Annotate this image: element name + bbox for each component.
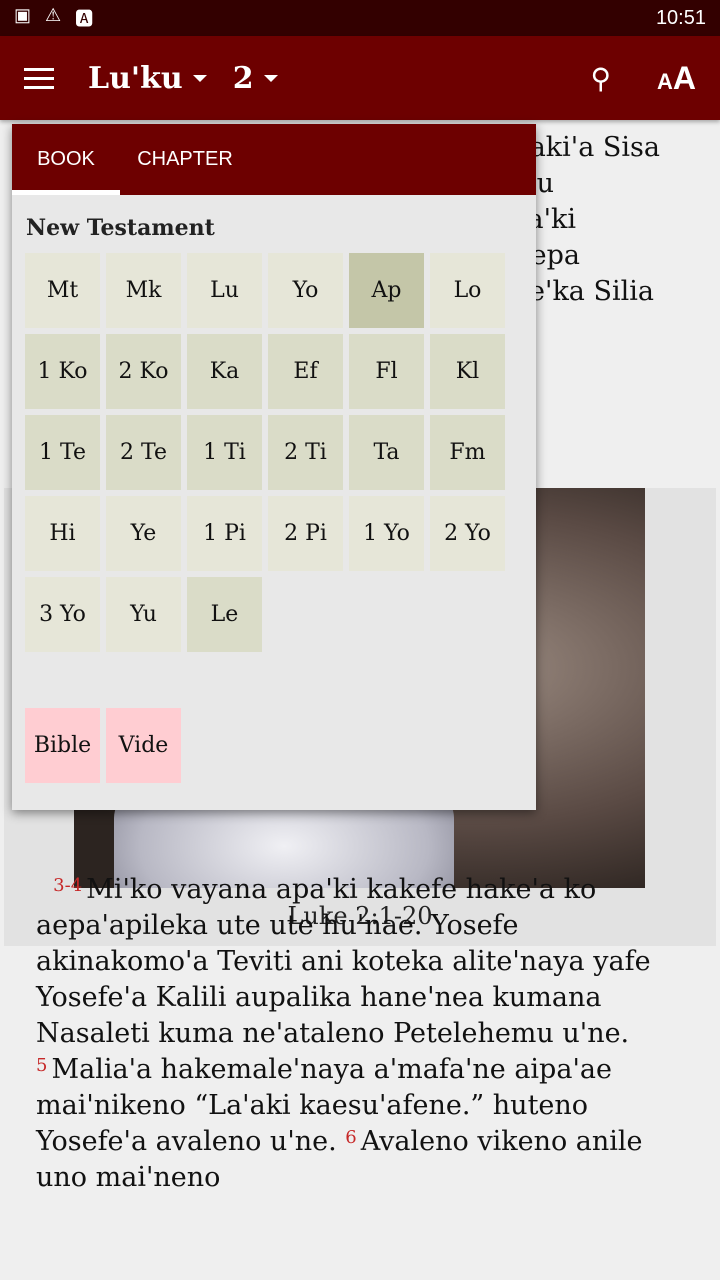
status-bar: ▣ ⚠ 🅰 10:51 (0, 0, 720, 36)
app-bar: Lu'ku 2 ⚲ AA (0, 36, 720, 120)
book-button[interactable]: Ta (349, 415, 424, 490)
book-button[interactable]: 1 Yo (349, 496, 424, 571)
search-icon[interactable]: ⚲ (590, 62, 611, 95)
book-button[interactable]: 2 Ko (106, 334, 181, 409)
caret-down-icon (192, 74, 207, 82)
book-button[interactable]: Fl (349, 334, 424, 409)
book-grid: Mt Mk Lu Yo Ap Lo 1 Ko 2 Ko Ka Ef Fl Kl 1 Te 2 Te 1 Ti… (25, 253, 536, 652)
font-icon: 🅰 (75, 9, 94, 29)
book-button[interactable]: Kl (430, 334, 505, 409)
book-button[interactable]: 2 Yo (430, 496, 505, 571)
book-button[interactable]: 1 Pi (187, 496, 262, 571)
book-button[interactable]: Le (187, 577, 262, 652)
section-heading: New Testament (26, 215, 215, 241)
book-name: Lu'ku (88, 60, 183, 96)
tab-chapter[interactable]: CHAPTER (120, 124, 250, 195)
clock: 10:51 (655, 6, 706, 29)
book-button[interactable]: 3 Yo (25, 577, 100, 652)
picker-tabs: BOOK CHAPTER (12, 124, 536, 195)
verse-number: 3-4 (53, 875, 83, 896)
verse-number: 6 (345, 1127, 357, 1148)
menu-icon[interactable] (24, 67, 54, 89)
text-size-icon[interactable]: AA (657, 60, 696, 97)
book-button[interactable]: Yo (268, 253, 343, 328)
book-button[interactable]: Ka (187, 334, 262, 409)
book-button[interactable]: 1 Ko (25, 334, 100, 409)
book-button[interactable]: Yu (106, 577, 181, 652)
book-button[interactable]: Lu (187, 253, 262, 328)
warning-icon: ⚠ (45, 5, 62, 25)
verse: Mi'ko vayana apa'ki kakefe hake'a ko aep… (36, 874, 651, 1049)
extra-button-vide[interactable]: Vide (106, 708, 181, 783)
book-button[interactable]: 2 Te (106, 415, 181, 490)
tab-book[interactable]: BOOK (12, 124, 120, 195)
book-button[interactable]: 2 Ti (268, 415, 343, 490)
book-button[interactable]: 2 Pi (268, 496, 343, 571)
book-button[interactable]: Hi (25, 496, 100, 571)
image-icon: ▣ (14, 5, 32, 25)
book-button[interactable]: Lo (430, 253, 505, 328)
book-selector[interactable]: Lu'ku (88, 61, 207, 96)
book-button[interactable]: Mk (106, 253, 181, 328)
extra-buttons: Bible Vide (25, 708, 536, 783)
verse-text: 3-4 Mi'ko vayana apa'ki kakefe hake'a ko … (36, 872, 686, 1196)
book-chapter-picker: BOOK CHAPTER New Testament Mt Mk Lu Yo Ap Lo 1… (12, 124, 536, 810)
extra-button-bible[interactable]: Bible (25, 708, 100, 783)
caret-down-icon (263, 74, 278, 82)
book-button[interactable]: Mt (25, 253, 100, 328)
book-button[interactable]: 1 Ti (187, 415, 262, 490)
chapter-selector[interactable]: 2 (233, 61, 278, 96)
book-button[interactable]: Ap (349, 253, 424, 328)
chapter-number: 2 (232, 60, 254, 96)
verse-number: 5 (36, 1055, 48, 1076)
book-button[interactable]: Ef (268, 334, 343, 409)
book-button[interactable]: Fm (430, 415, 505, 490)
book-button[interactable]: 1 Te (25, 415, 100, 490)
book-button[interactable]: Ye (106, 496, 181, 571)
